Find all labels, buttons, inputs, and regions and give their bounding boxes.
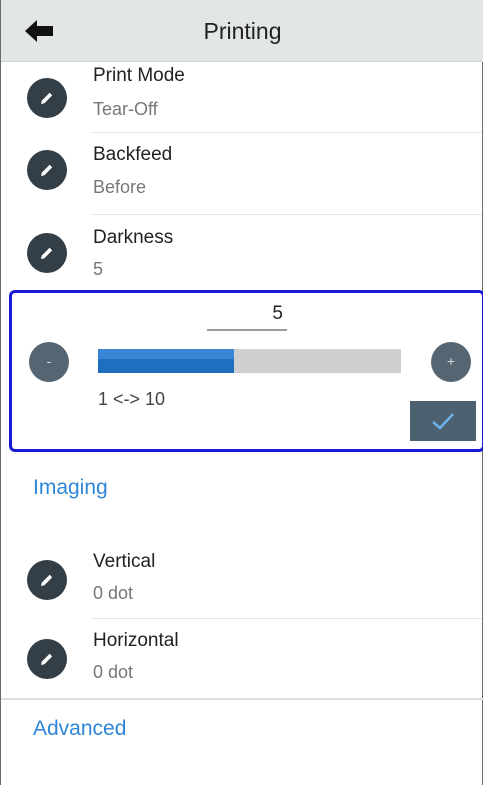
screen-frame: Printing Print Mode Tear-Off Backfeed Be… [0,0,483,785]
page-title: Printing [203,18,282,44]
setting-row-vertical: Vertical 0 dot [1,540,483,622]
confirm-button[interactable] [410,401,476,441]
setting-row-backfeed: Backfeed Before [1,133,483,215]
setting-value: Before [93,177,147,197]
edit-darkness-button[interactable] [27,233,67,273]
darkness-value-input[interactable] [207,299,287,331]
darkness-slider-fill [98,349,235,373]
pencil-icon [41,164,53,176]
edit-vertical-button[interactable] [27,560,67,600]
setting-label: Print Mode [93,65,185,86]
edit-horizontal-button[interactable] [27,639,67,679]
setting-value: 5 [93,259,104,279]
setting-value: 0 dot [93,583,134,603]
edit-print-mode-button[interactable] [27,78,67,118]
pencil-icon [41,653,53,665]
setting-value: 0 dot [93,662,134,682]
setting-value: Tear-Off [93,99,158,119]
pencil-icon [41,247,53,259]
section-header-imaging: Imaging [33,476,108,499]
setting-row-darkness: Darkness 5 [1,215,483,297]
edit-backfeed-button[interactable] [27,150,67,190]
section-divider [1,698,483,700]
checkmark-icon [432,413,454,430]
section-header-advanced: Advanced [33,717,127,740]
setting-label: Darkness [93,227,174,248]
setting-label: Backfeed [93,144,173,165]
pencil-icon [41,92,53,104]
title-bar: Printing [1,0,483,62]
setting-label: Horizontal [93,630,179,651]
setting-row-horizontal: Horizontal 0 dot [1,619,483,701]
darkness-slider-track[interactable] [98,349,401,373]
increment-button[interactable]: + [431,342,471,382]
darkness-slider-panel: - + 1 <-> 10 [9,290,483,452]
setting-label: Vertical [93,551,156,572]
slider-range-label: 1 <-> 10 [98,389,166,409]
decrement-button[interactable]: - [29,342,69,382]
pencil-icon [41,574,53,586]
